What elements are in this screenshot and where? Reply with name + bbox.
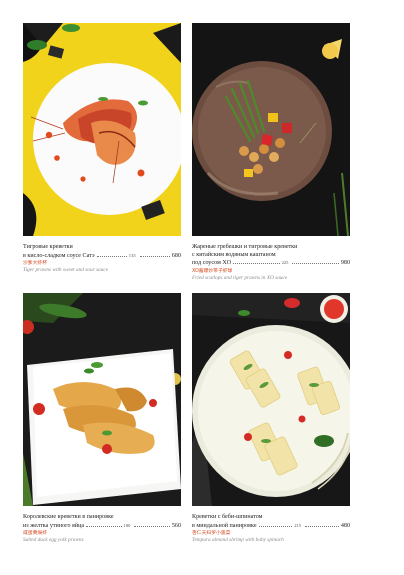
dish-name-chinese: XO酱爆炒带子虾球: [192, 268, 233, 274]
dish-photo: [23, 23, 181, 236]
dish-price: 480: [340, 522, 350, 529]
dish-name-chinese: 沙爹大虾杯: [23, 261, 47, 267]
dish-name-english: Salted duck egg yolk prawns: [23, 537, 84, 544]
dish-name-english: Tiger prawns with sweet and sour sauce: [23, 267, 109, 274]
leader-dots: [305, 525, 339, 527]
dish-name-line-1: Креветки с беби-шпинатом: [192, 514, 263, 520]
dish-price: 680: [171, 252, 182, 259]
dish-name-line-1: Королевские креветки в панировке: [23, 514, 114, 520]
dish-weight: 225: [281, 260, 289, 266]
leader-dots: [86, 525, 122, 527]
dish-name-line-2: в миндальной панировке: [192, 522, 257, 529]
dish-name-english: Tempura almond shrimp with baby spinach: [192, 537, 284, 544]
dish-weight: 135: [128, 252, 136, 258]
dish-name-chinese: 杏仁天妇罗小菠菜: [192, 531, 231, 537]
dish-name-line-1: Жареные гребешки и тигровые креветки: [192, 244, 298, 250]
menu-page: { "dishes": [ { "name_line1": "Тигровые …: [0, 0, 404, 575]
leader-dots: [134, 525, 170, 527]
dish-weight: 215: [294, 522, 302, 528]
dish-name-english: Fried scallops and tiger prawns in XO sa…: [192, 274, 288, 281]
dish-name-price-row: в миндальной панировке 215 480: [192, 522, 350, 531]
dish-price: 560: [171, 522, 181, 529]
dish-name-line-2: в кисло-сладком соусе Сатэ: [23, 252, 95, 259]
dish-weight: 180: [123, 522, 131, 528]
dish-price: 980: [340, 260, 351, 267]
dish-photo: [23, 293, 181, 506]
leader-dots: [292, 263, 339, 265]
dish-name-price-row: в кисло-сладком соусе Сатэ 135 680: [23, 252, 181, 261]
dish-name-line-3: под соусом XO: [192, 260, 232, 267]
dish-name-line-2: с китайским водяным каштаном: [192, 251, 276, 258]
dish-name-price-row: под соусом XO 225 980: [192, 259, 350, 268]
dish-name-line-1: Тигровые креветки: [23, 244, 73, 250]
leader-dots: [96, 255, 127, 257]
dish-caption: Тигровые креветки в кисло-сладком соусе …: [23, 244, 181, 274]
dish-name-chinese: 咸蛋黄焗虾: [23, 531, 47, 537]
dish-photo: [192, 23, 350, 236]
dish-name-line-2: из желтка утиного яйца: [23, 522, 85, 529]
dish-caption: Жареные гребешки и тигровые креветки с к…: [192, 244, 350, 282]
leader-dots: [139, 255, 170, 257]
dish-name-price-row: из желтка утиного яйца 180 560: [23, 522, 181, 531]
leader-dots: [258, 525, 293, 527]
dish-photo: [192, 293, 350, 506]
dish-caption: Креветки с беби-шпинатом в миндальной па…: [192, 514, 350, 544]
dish-caption: Королевские креветки в панировке из желт…: [23, 514, 181, 544]
leader-dots: [233, 263, 280, 265]
